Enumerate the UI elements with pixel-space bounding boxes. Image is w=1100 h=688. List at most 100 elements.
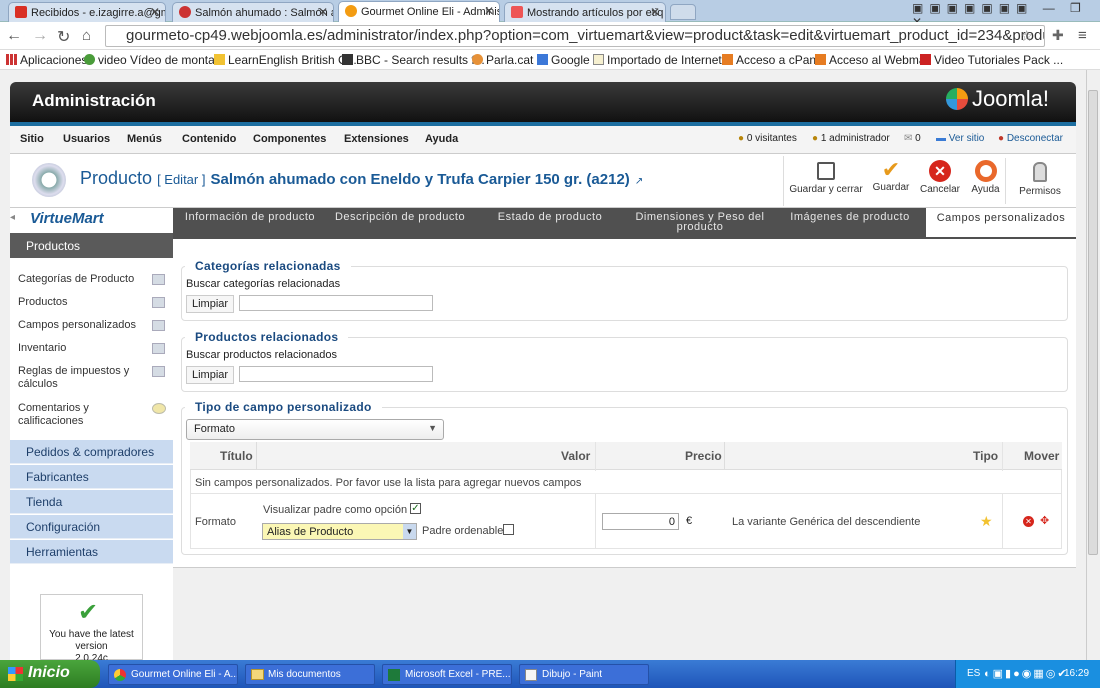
home-icon[interactable]: ⌂	[82, 27, 91, 44]
tab-estado[interactable]: Estado de producto	[478, 212, 622, 223]
sortable-parent-checkbox[interactable]	[503, 524, 514, 535]
move-icon[interactable]: ✥	[1040, 514, 1049, 527]
messages-status[interactable]: ✉ 0	[904, 133, 921, 144]
related-products-input[interactable]	[239, 366, 433, 382]
tray-icons[interactable]: ◐▣▮●◉▦◎✔	[984, 667, 1069, 680]
edit-label: [ Editar ]	[157, 172, 206, 187]
sidebar-item-productos[interactable]: Productos	[18, 296, 136, 309]
tab-descripcion[interactable]: Descripción de producto	[328, 212, 472, 223]
monitor-icon: ▬	[936, 133, 946, 144]
view-site-link[interactable]: ▬ Ver sitio	[936, 133, 984, 144]
menu-ayuda[interactable]: Ayuda	[425, 133, 458, 145]
star-icon: ★	[980, 513, 993, 529]
sidebar-group-tienda[interactable]: Tienda	[10, 490, 173, 514]
empty-message: Sin campos personalizados. Por favor use…	[195, 477, 582, 489]
apps-icon	[6, 54, 17, 65]
clear-products-button[interactable]: Limpiar	[186, 366, 234, 384]
sidebar-group-herramientas[interactable]: Herramientas	[10, 540, 173, 564]
bookmark-apps[interactable]: Aplicaciones	[6, 53, 87, 67]
menu-usuarios[interactable]: Usuarios	[63, 133, 110, 145]
video-tutorial-icon	[920, 54, 931, 65]
delete-icon[interactable]: ✕	[1023, 516, 1034, 527]
column-divider	[724, 442, 725, 470]
help-button[interactable]: Ayuda	[966, 158, 1006, 204]
folder-icon	[593, 54, 604, 65]
tab-imagenes[interactable]: Imágenes de producto	[780, 212, 920, 223]
bookmark[interactable]: LearnEnglish British C...	[214, 53, 357, 67]
related-categories-input[interactable]	[239, 295, 433, 311]
sidebar-group-pedidos[interactable]: Pedidos & compradores	[10, 440, 173, 464]
logout-link[interactable]: ● Desconectar	[998, 133, 1063, 144]
clear-categories-button[interactable]: Limpiar	[186, 295, 234, 313]
admin-user-icon: ●	[812, 133, 819, 144]
visitors-icon: ●	[738, 133, 745, 144]
external-link-icon[interactable]: ↗	[635, 176, 643, 187]
bookmark[interactable]: Video Tutoriales Pack ...	[920, 53, 1063, 67]
permissions-button[interactable]: Permisos	[1014, 158, 1066, 204]
back-icon[interactable]: ←	[6, 27, 22, 45]
tab-dimensiones[interactable]: Dimensiones y Peso del producto	[626, 212, 774, 233]
task-excel[interactable]: Microsoft Excel - PRE...	[382, 664, 512, 685]
menu-sitio[interactable]: Sitio	[20, 133, 44, 145]
close-icon[interactable]: ✕	[650, 5, 660, 19]
browser-tab[interactable]: Recibidos - e.izagirre.a@gm ✕	[8, 2, 166, 22]
windows-logo-icon	[8, 667, 23, 681]
sidebar-group-fabricantes[interactable]: Fabricantes	[10, 465, 173, 489]
forward-icon[interactable]: →	[32, 27, 48, 45]
new-tab-button[interactable]	[670, 4, 696, 20]
task-chrome[interactable]: Gourmet Online Eli - A...	[108, 664, 238, 685]
bookmark[interactable]: Parla.cat	[472, 53, 533, 67]
menu-contenido[interactable]: Contenido	[182, 133, 236, 145]
shop-icon	[179, 6, 191, 18]
cpanel-icon	[722, 54, 733, 65]
admin-header	[10, 82, 1076, 122]
bookmark[interactable]: Acceso a cPanel	[722, 53, 825, 67]
reload-icon[interactable]: ↻	[57, 27, 70, 47]
related-categories-legend: Categorías relacionadas	[185, 259, 351, 273]
sidebar-item-comentarios[interactable]: Comentarios y calificaciones	[18, 402, 136, 428]
menu-menus[interactable]: Menús	[127, 133, 162, 145]
close-icon[interactable]: ✕	[150, 5, 160, 19]
custom-field-type-select[interactable]: Formato ▼	[186, 419, 444, 440]
display-parent-checkbox[interactable]: ✓	[410, 503, 421, 514]
close-icon[interactable]: ✕	[318, 5, 328, 19]
star-icon[interactable]: ☆	[1020, 27, 1033, 45]
task-paint[interactable]: Dibujo - Paint	[519, 664, 649, 685]
browser-tab[interactable]: Mostrando artículos por etiq ✕	[504, 2, 666, 22]
price-input[interactable]: 0	[602, 513, 679, 530]
language-indicator[interactable]: ES	[967, 668, 980, 679]
browser-tab-active[interactable]: Gourmet Online Eli - Administ ✕	[338, 1, 500, 23]
extension-icon[interactable]: ✚	[1052, 27, 1064, 44]
sidebar-section-productos[interactable]: Productos	[10, 233, 173, 258]
bookmark[interactable]: Importado de Internet...	[593, 53, 732, 67]
scrollbar-thumb[interactable]	[1088, 90, 1098, 555]
sidebar-item-reglas[interactable]: Reglas de impuestos y cálculos	[18, 365, 136, 391]
bookmark[interactable]: video Vídeo de monta...	[84, 53, 225, 67]
bookmark[interactable]: BBC - Search results f...	[342, 53, 485, 67]
task-documents[interactable]: Mis documentos	[245, 664, 375, 685]
close-icon[interactable]: ✕	[484, 4, 494, 18]
check-icon: ✔	[881, 157, 901, 182]
collapse-sidebar-icon[interactable]: ◂	[10, 212, 15, 223]
chevron-down-icon: ▼	[428, 423, 437, 433]
sortable-parent-label: Padre ordenable	[422, 525, 504, 537]
save-close-button[interactable]: Guardar y cerrar	[788, 158, 864, 204]
menu-icon[interactable]: ≡	[1078, 27, 1087, 44]
tab-informacion[interactable]: Información de producto	[178, 212, 322, 223]
sidebar-item-categorias[interactable]: Categorías de Producto	[18, 273, 136, 286]
row-title: Formato	[195, 516, 236, 528]
admin-title: Administración	[32, 91, 156, 110]
bookmark[interactable]: Google	[537, 53, 590, 67]
sidebar-group-configuracion[interactable]: Configuración	[10, 515, 173, 539]
bookmark[interactable]: Acceso al Webmail	[815, 53, 931, 67]
url-input[interactable]: gourmeto-cp49.webjoomla.es/administrator…	[105, 25, 1045, 47]
cancel-button[interactable]: ✕ Cancelar	[917, 158, 963, 204]
menu-extensiones[interactable]: Extensiones	[344, 133, 409, 145]
sidebar-item-inventario[interactable]: Inventario	[18, 342, 136, 355]
browser-tab[interactable]: Salmón ahumado : Salmón al ✕	[172, 2, 334, 22]
save-button[interactable]: ✔ Guardar	[868, 158, 914, 204]
tab-campos-personalizados[interactable]: Campos personalizados	[926, 208, 1076, 237]
product-alias-select[interactable]: Alias de Producto ▼	[262, 523, 417, 540]
menu-componentes[interactable]: Componentes	[253, 133, 326, 145]
sidebar-item-campos[interactable]: Campos personalizados	[18, 319, 136, 332]
